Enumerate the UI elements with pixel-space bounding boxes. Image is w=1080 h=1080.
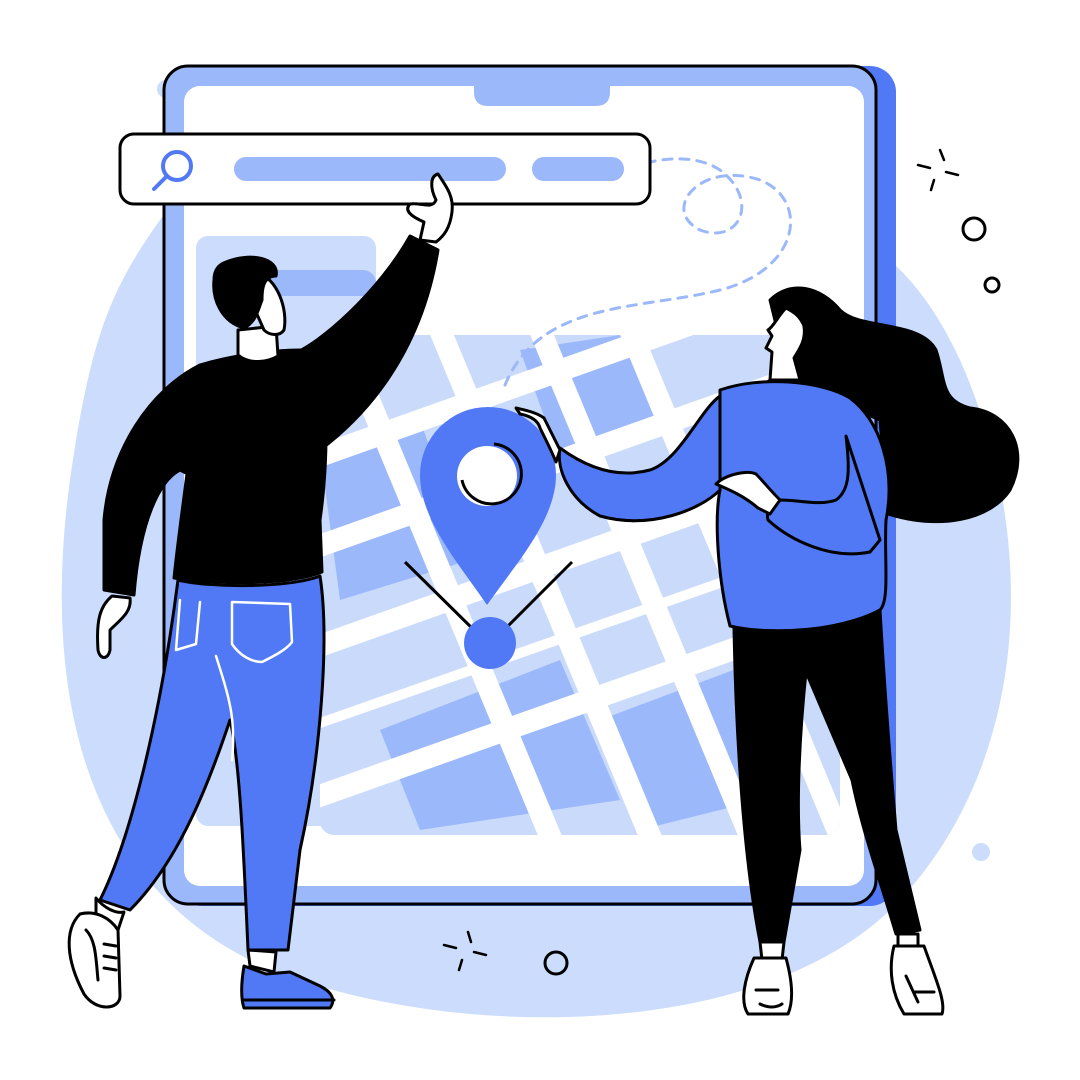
search-text-placeholder <box>234 157 506 181</box>
illustration-scene <box>0 0 1080 1080</box>
dot-decoration <box>972 843 990 861</box>
sparkle-icon <box>916 148 960 192</box>
tablet-notch <box>474 86 610 106</box>
search-bar[interactable] <box>118 132 652 206</box>
ring-icon <box>983 276 1001 294</box>
ring-icon <box>961 216 987 242</box>
illustration-canvas <box>61 64 1020 1018</box>
search-button-placeholder <box>532 157 624 181</box>
